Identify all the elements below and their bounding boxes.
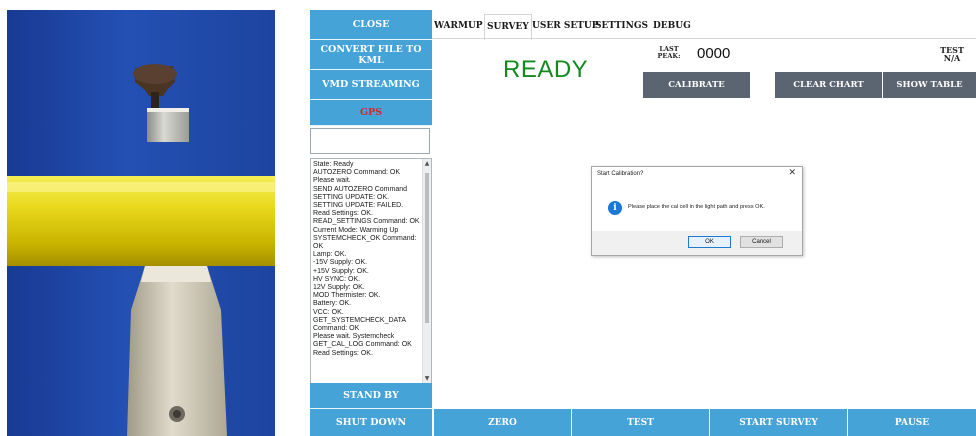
close-button[interactable]: CLOSE [310,10,432,40]
sidebar: CLOSE CONVERT FILE TO KML VMD STREAMING … [308,10,432,436]
cancel-button[interactable]: Cancel [740,236,783,248]
shutdown-button[interactable]: SHUT DOWN [310,409,432,436]
gps-button[interactable]: GPS [310,100,432,126]
tab-debug[interactable]: DEBUG [651,14,693,38]
close-icon[interactable]: ✕ [788,168,796,178]
dialog-footer: OK Cancel [592,231,802,255]
start-survey-button[interactable]: START SURVEY [710,409,848,436]
tab-settings[interactable]: SETTINGS [593,14,650,38]
last-peak-value: 0000 [697,45,731,62]
test-button[interactable]: TEST [572,409,710,436]
tab-bar: WARMUP SURVEY USER SETUP SETTINGS DEBUG [432,10,976,40]
dialog-title: Start Calibration? [597,171,644,177]
zero-button[interactable]: ZERO [434,409,572,436]
ok-button[interactable]: OK [688,236,731,248]
tab-warmup[interactable]: WARMUP [432,14,485,38]
app-window: CLOSE CONVERT FILE TO KML VMD STREAMING … [308,10,976,436]
test-value: N/A [943,53,961,63]
dialog-message: Please place the cal cell in the light p… [628,204,765,210]
calibration-dialog: Start Calibration? ✕ i Please place the … [591,166,803,256]
gps-input[interactable] [310,128,430,154]
status-log-text: State: Ready AUTOZERO Command: OK Please… [313,161,420,357]
calibrate-button[interactable]: CALIBRATE [643,72,750,98]
standby-button[interactable]: STAND BY [310,383,432,409]
scroll-down-icon[interactable]: ▼ [423,375,431,382]
info-icon: i [608,201,622,215]
tab-divider [432,38,976,39]
vmd-streaming-button[interactable]: VMD STREAMING [310,70,432,100]
scroll-thumb[interactable] [425,173,429,323]
log-scrollbar[interactable]: ▲ ▼ [422,159,431,383]
tab-survey[interactable]: SURVEY [484,14,532,40]
convert-to-kml-button[interactable]: CONVERT FILE TO KML [310,40,432,70]
test-status: TEST N/A [932,46,972,62]
scroll-up-icon[interactable]: ▲ [423,160,431,167]
tab-user-setup[interactable]: USER SETUP [530,14,601,38]
show-table-button[interactable]: SHOW TABLE [883,72,976,98]
pause-button[interactable]: PAUSE [848,409,976,436]
status-log[interactable]: State: Ready AUTOZERO Command: OK Please… [310,158,432,384]
clear-chart-button[interactable]: CLEAR CHART [775,72,882,98]
status-ready: READY [503,56,589,83]
equipment-photo [7,10,275,436]
last-peak-label: LAST PEAK: [657,45,681,60]
photo-illustration [7,64,275,436]
